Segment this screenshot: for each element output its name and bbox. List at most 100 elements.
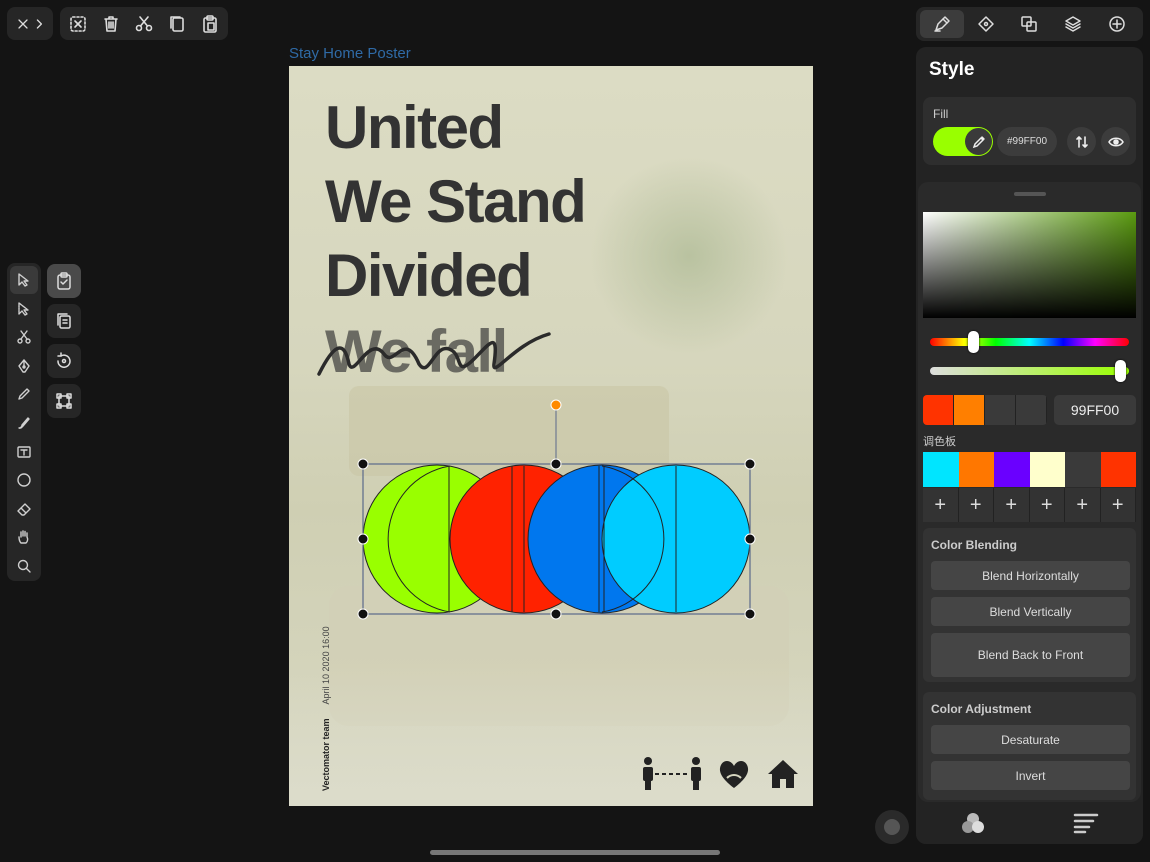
sheet-grabber[interactable]: [1014, 192, 1046, 196]
arrange-icon: [1021, 16, 1038, 32]
opacity-slider-knob[interactable]: [1115, 360, 1126, 382]
palette-swatch[interactable]: [1100, 452, 1136, 487]
invert-button[interactable]: Invert: [931, 761, 1130, 790]
palette-label: 调色板: [923, 436, 956, 448]
tab-layers[interactable]: [1051, 10, 1095, 38]
inspector-tabs: [916, 7, 1143, 41]
poster-artboard[interactable]: United We Stand Divided We fall Vectomat…: [289, 66, 813, 806]
recent-color-swatch[interactable]: [954, 395, 985, 425]
scissors-tool[interactable]: [10, 323, 38, 351]
ellipse-icon: [17, 473, 31, 487]
tab-color[interactable]: [916, 802, 1030, 844]
clipboard-check-icon: [57, 272, 71, 290]
tab-properties[interactable]: [1030, 802, 1144, 844]
palette-swatch[interactable]: [1065, 452, 1101, 487]
edit-toolbar: [60, 7, 228, 40]
color-circles-icon: [961, 813, 984, 833]
add-palette-color-button[interactable]: +: [1101, 488, 1136, 522]
tab-add[interactable]: [1095, 10, 1139, 38]
color-blending-title: Color Blending: [931, 538, 1017, 552]
team-date-label[interactable]: Vectomator team April 10 2020 16:00: [321, 626, 331, 791]
transform-button[interactable]: [47, 384, 81, 418]
palette-swatch[interactable]: [958, 452, 994, 487]
hue-slider[interactable]: [930, 338, 1129, 346]
pencil-tool[interactable]: [10, 380, 38, 408]
add-palette-color-button[interactable]: +: [994, 488, 1030, 522]
palette-swatch[interactable]: [994, 452, 1030, 487]
blend-horizontally-button[interactable]: Blend Horizontally: [931, 561, 1130, 590]
style-panel: Style Fill #99FF00 99FF00 调色板 + + + + + …: [916, 47, 1143, 844]
home-indicator[interactable]: [430, 850, 720, 855]
brush-tool[interactable]: [10, 409, 38, 437]
path-node-icon: [977, 16, 994, 32]
clipboard-check-button[interactable]: [47, 264, 81, 298]
palette-swatch[interactable]: [1029, 452, 1065, 487]
shape-tool[interactable]: [10, 466, 38, 494]
trash-icon[interactable]: [96, 9, 126, 39]
arrow-select-icon: [18, 273, 29, 287]
deselect-icon[interactable]: [63, 9, 93, 39]
pen-nib-icon: [18, 359, 30, 373]
fill-hex-value[interactable]: #99FF00: [997, 127, 1057, 156]
node-tool[interactable]: [10, 295, 38, 323]
palette-swatches: [923, 452, 1136, 487]
palette-swatch[interactable]: [923, 452, 959, 487]
hue-slider-knob[interactable]: [968, 331, 979, 353]
panel-title: Style: [929, 59, 975, 80]
recent-color-swatch[interactable]: [923, 395, 954, 425]
record-button[interactable]: [875, 810, 909, 844]
close-menu-pill[interactable]: [7, 7, 53, 40]
pen-tool[interactable]: [10, 352, 38, 380]
rotate-handle: [550, 399, 562, 411]
duplicate-button[interactable]: [47, 304, 81, 338]
chevron-right-icon[interactable]: [31, 9, 47, 39]
desaturate-button[interactable]: Desaturate: [931, 725, 1130, 754]
recent-colors: [923, 395, 1047, 425]
blend-back-to-front-button[interactable]: Blend Back to Front: [931, 633, 1130, 677]
add-palette-color-button[interactable]: +: [959, 488, 994, 522]
selection-tool[interactable]: [10, 266, 38, 294]
recent-color-swatch[interactable]: [1016, 395, 1047, 425]
hex-input[interactable]: 99FF00: [1054, 395, 1136, 425]
circles-group[interactable]: [289, 66, 813, 806]
document-title[interactable]: Stay Home Poster: [289, 45, 411, 62]
close-icon[interactable]: [15, 9, 31, 39]
palette-add-row: + + + + + +: [923, 488, 1136, 522]
add-palette-color-button[interactable]: +: [1030, 488, 1065, 522]
text-tool[interactable]: [10, 438, 38, 466]
pencil-icon: [18, 388, 30, 401]
tab-path[interactable]: [964, 10, 1008, 38]
brush-icon: [18, 417, 30, 429]
saturation-brightness-field[interactable]: [923, 212, 1136, 318]
fill-label: Fill: [933, 107, 949, 121]
layers-icon: [1065, 16, 1082, 32]
tab-arrange[interactable]: [1008, 10, 1052, 38]
visibility-button[interactable]: [1101, 127, 1130, 156]
blend-vertically-button[interactable]: Blend Vertically: [931, 597, 1130, 626]
paint-brush-icon: [934, 16, 950, 32]
app-window: Stay Home Poster United We Stand Divided…: [0, 0, 1150, 862]
add-palette-color-button[interactable]: +: [923, 488, 959, 522]
zoom-tool[interactable]: [10, 552, 38, 580]
transform-box-icon: [56, 393, 72, 409]
duplicate-icon: [57, 313, 71, 329]
add-palette-color-button[interactable]: +: [1065, 488, 1101, 522]
home-icon[interactable]: [766, 758, 800, 790]
paste-icon[interactable]: [195, 9, 225, 39]
tab-style[interactable]: [920, 10, 964, 38]
record-dot-icon: [884, 819, 900, 835]
lines-list-icon: [1074, 813, 1099, 834]
rotate-button[interactable]: [47, 344, 81, 378]
eyedropper-button[interactable]: [965, 128, 992, 155]
copy-icon[interactable]: [162, 9, 192, 39]
eraser-tool[interactable]: [10, 495, 38, 523]
hand-icon: [18, 530, 29, 545]
hand-tool[interactable]: [10, 523, 38, 551]
opacity-slider[interactable]: [930, 367, 1129, 375]
recent-color-swatch[interactable]: [985, 395, 1016, 425]
plus-circle-icon: [1109, 16, 1125, 32]
heart-hand-icon[interactable]: [717, 758, 751, 790]
swap-button[interactable]: [1067, 127, 1096, 156]
scissors-icon[interactable]: [129, 9, 159, 39]
social-distance-icon[interactable]: [639, 756, 705, 792]
